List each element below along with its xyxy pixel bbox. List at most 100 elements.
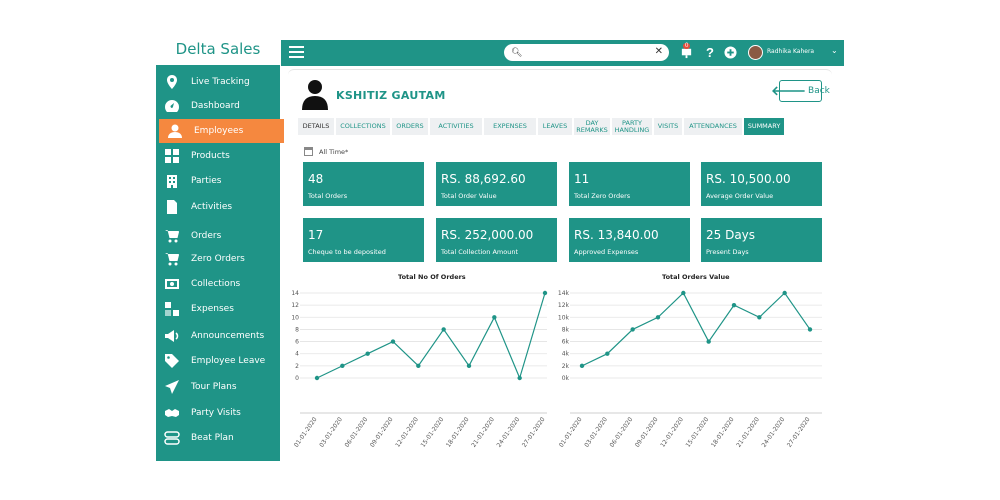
tab-summary[interactable]: SUMMARY xyxy=(744,118,784,135)
sidebar-item-zero-orders[interactable]: Zero Orders xyxy=(156,247,280,271)
tab-details[interactable]: DETAILS xyxy=(298,118,334,135)
x-tick-label: 24-01-2020 xyxy=(761,416,787,449)
y-tick-label: 0k xyxy=(562,375,570,382)
x-tick-label: 12-01-2020 xyxy=(394,416,420,449)
building-icon xyxy=(164,173,180,189)
expense-icon xyxy=(164,301,180,317)
y-tick-label: 12 xyxy=(291,302,299,309)
sidebar-item-live-tracking[interactable]: Live Tracking xyxy=(156,70,280,94)
tab-label: VISITS xyxy=(657,122,679,131)
help-icon[interactable]: ? xyxy=(703,45,717,60)
y-tick-label: 10 xyxy=(291,314,299,321)
card-label: Approved Expenses xyxy=(574,248,639,256)
summary-card: 11 Total Zero Orders xyxy=(569,162,690,206)
data-point xyxy=(681,290,686,296)
data-point xyxy=(365,351,370,356)
data-point xyxy=(390,339,396,344)
sidebar-item-label: Employee Leave xyxy=(191,356,266,366)
sidebar-item-dashboard[interactable]: Dashboard xyxy=(156,94,280,118)
card-label: Average Order Value xyxy=(706,192,774,200)
card-label: Present Days xyxy=(706,248,749,256)
tab-day-remarks[interactable]: DAY REMARKS xyxy=(574,118,610,135)
sidebar-item-collections[interactable]: Collections xyxy=(156,272,280,296)
summary-card: 48 Total Orders xyxy=(303,162,424,206)
brand-logo-text[interactable]: Delta Sales xyxy=(156,40,280,64)
y-tick-label: 8k xyxy=(562,326,570,333)
data-point xyxy=(517,375,522,381)
card-value: RS. 10,500.00 xyxy=(706,172,791,186)
search-box[interactable]: 🔍︎ ✕ xyxy=(504,44,669,61)
sidebar-item-party-visits[interactable]: Party Visits xyxy=(156,401,280,425)
sidebar-item-label: Zero Orders xyxy=(191,254,245,264)
data-point xyxy=(706,339,711,344)
card-value: RS. 13,840.00 xyxy=(574,228,659,242)
x-tick-label: 21-01-2020 xyxy=(470,416,496,449)
summary-card: RS. 252,000.00 Total Collection Amount xyxy=(436,218,557,262)
sidebar-item-label: Products xyxy=(191,151,230,161)
orders-line-chart: 0 2 4 6 8 10 12 14 01-01-2020 03-01-2020 06-01-202… xyxy=(291,290,548,449)
tab-expenses[interactable]: EXPENSES xyxy=(484,118,536,135)
data-point xyxy=(340,363,345,369)
y-tick-label: 8 xyxy=(295,326,299,333)
person-icon xyxy=(167,123,183,139)
x-tick-label: 09-01-2020 xyxy=(369,416,395,449)
sidebar-item-label: Activities xyxy=(191,202,233,212)
search-icon[interactable]: 🔍︎ xyxy=(511,47,522,58)
user-name[interactable]: Radhika Kahera xyxy=(767,48,814,55)
sidebar-item-label: Announcements xyxy=(191,331,265,341)
summary-card: RS. 13,840.00 Approved Expenses xyxy=(569,218,690,262)
sidebar-item-label: Collections xyxy=(191,279,241,289)
tab-activities[interactable]: ACTIVITIES xyxy=(430,118,482,135)
tab-attendances[interactable]: ATTENDANCES xyxy=(684,118,742,135)
sidebar-item-announcements[interactable]: Announcements xyxy=(156,324,280,348)
summary-card: 17 Cheque to be deposited xyxy=(303,218,424,262)
back-button[interactable]: 🡐 Back xyxy=(771,80,830,102)
tab-party-handling[interactable]: PARTY HANDLING xyxy=(612,118,652,135)
y-tick-label: 6 xyxy=(295,339,299,346)
employee-name: KSHITIZ GAUTAM xyxy=(336,89,446,102)
sidebar-item-label: Expenses xyxy=(191,304,234,314)
data-point xyxy=(416,363,421,369)
sidebar-item-label: Tour Plans xyxy=(191,382,237,392)
tab-bar: DETAILS COLLECTIONS ORDERS ACTIVITIES EXPENS… xyxy=(298,118,786,135)
x-tick-label: 27-01-2020 xyxy=(521,416,547,449)
tab-label: ACTIVITIES xyxy=(438,122,474,131)
summary-card: 25 Days Present Days xyxy=(701,218,822,262)
period-filter[interactable]: All Time* xyxy=(304,147,348,156)
data-point xyxy=(731,302,737,308)
handshake-icon xyxy=(164,405,180,421)
hamburger-menu-icon[interactable] xyxy=(289,46,304,59)
card-label: Cheque to be deposited xyxy=(308,248,386,256)
sidebar-item-products[interactable]: Products xyxy=(156,144,280,168)
card-value: 25 Days xyxy=(706,228,756,242)
sidebar-item-orders[interactable]: Orders xyxy=(156,224,280,248)
card-label: Total Zero Orders xyxy=(574,192,631,200)
x-tick-label: 12-01-2020 xyxy=(659,416,685,449)
user-avatar[interactable] xyxy=(748,45,763,60)
sidebar-item-employee-leave[interactable]: Employee Leave xyxy=(156,349,280,373)
x-tick-label: 09-01-2020 xyxy=(634,416,660,449)
chevron-down-icon[interactable]: ⌄ xyxy=(831,46,838,55)
sidebar-item-beat-plan[interactable]: Beat Plan xyxy=(156,426,280,450)
sidebar-item-tour-plans[interactable]: Tour Plans xyxy=(156,375,280,399)
data-point xyxy=(782,290,787,296)
tab-label: COLLECTIONS xyxy=(340,122,386,131)
tab-visits[interactable]: VISITS xyxy=(654,118,682,135)
sidebar-item-expenses[interactable]: Expenses xyxy=(156,297,280,321)
summary-card: RS. 10,500.00 Average Order Value xyxy=(701,162,822,206)
tab-collections[interactable]: COLLECTIONS xyxy=(336,118,390,135)
tab-leaves[interactable]: LEAVES xyxy=(538,118,572,135)
search-input[interactable] xyxy=(524,46,649,59)
document-icon xyxy=(164,199,180,215)
card-label: Total Collection Amount xyxy=(441,248,519,256)
clear-search-icon[interactable]: ✕ xyxy=(655,46,663,57)
add-icon[interactable] xyxy=(723,45,737,59)
employee-avatar-icon xyxy=(301,78,329,110)
sidebar-item-employees[interactable]: Employees xyxy=(159,119,284,143)
tag-icon xyxy=(164,353,180,369)
x-tick-label: 24-01-2020 xyxy=(496,416,522,449)
chart-title-order-value: Total Orders Value xyxy=(662,273,730,281)
sidebar-item-parties[interactable]: Parties xyxy=(156,169,280,193)
sidebar-item-activities[interactable]: Activities xyxy=(156,195,280,219)
tab-orders[interactable]: ORDERS xyxy=(392,118,428,135)
